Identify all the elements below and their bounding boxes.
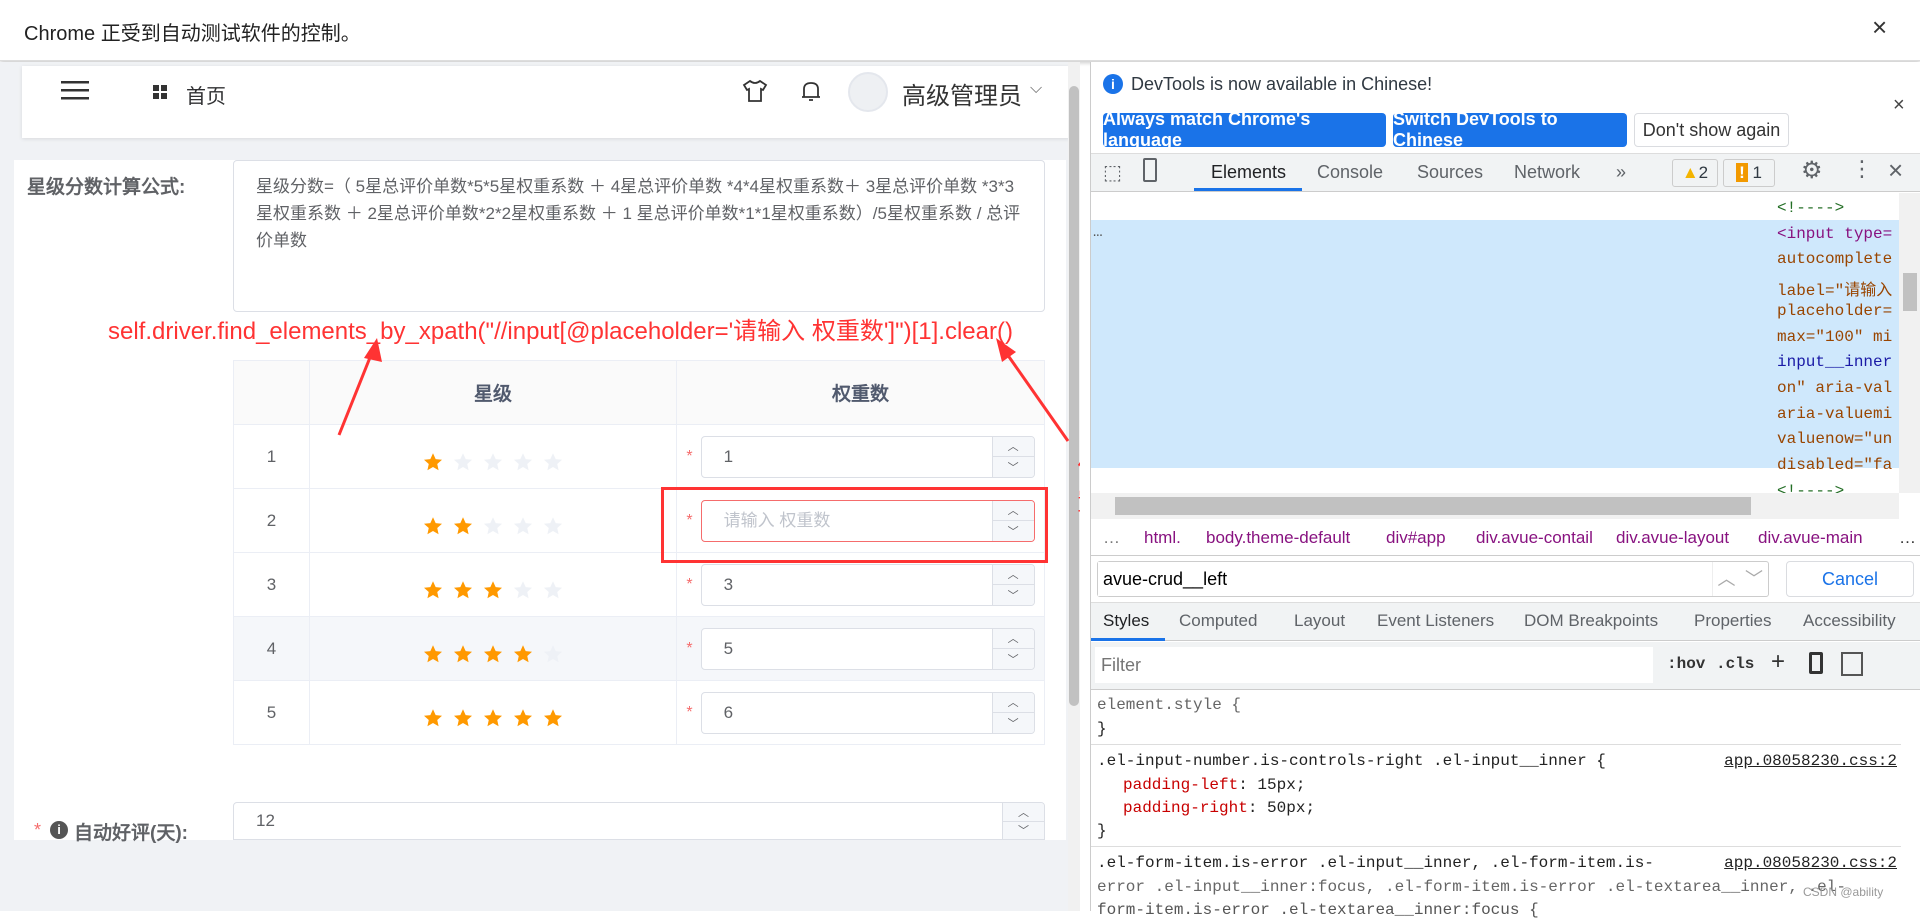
rule-selector[interactable]: form-item.is-error .el-textarea__inner:f… xyxy=(1097,901,1539,919)
elements-horizontal-scrollbar[interactable] xyxy=(1091,493,1899,519)
rule-close: } xyxy=(1097,720,1107,738)
code-line[interactable]: input__inner xyxy=(1777,353,1899,371)
issue-icon: ! xyxy=(1736,163,1748,182)
element-style-rule[interactable]: element.style { xyxy=(1097,696,1241,714)
switch-to-chinese-button[interactable]: Switch DevTools to Chinese xyxy=(1393,109,1627,150)
elements-vertical-scrollbar[interactable] xyxy=(1899,193,1920,493)
issues-badge[interactable]: ! 1 xyxy=(1723,159,1775,187)
web-page: 首页 高级管理员 ⌵ 星级分数计算公式: 星级分数=（ 5星总评价单数*5*5星… xyxy=(0,62,1080,911)
more-tabs-button[interactable]: » xyxy=(1616,162,1626,183)
tab-computed[interactable]: Computed xyxy=(1179,611,1257,631)
code-line[interactable]: label="请输入 xyxy=(1777,276,1899,300)
rule-selector[interactable]: error .el-input__inner:focus, .el-form-i… xyxy=(1097,878,1846,896)
cancel-search-button[interactable]: Cancel xyxy=(1786,561,1914,597)
dont-show-again-button[interactable]: Don't show again xyxy=(1634,113,1789,147)
warning-icon: ▲ xyxy=(1681,163,1699,182)
breadcrumb-item[interactable]: div.avue-layout xyxy=(1616,528,1729,548)
info-icon: i xyxy=(1103,74,1123,94)
breadcrumb: … html. body.theme-default div#app div.a… xyxy=(1091,520,1920,556)
tab-elements[interactable]: Elements xyxy=(1211,162,1286,183)
elements-tree: … <!----> <input type= autocomplete label="… xyxy=(1091,193,1920,519)
tab-dom-breakpoints[interactable]: DOM Breakpoints xyxy=(1524,611,1658,631)
tab-accessibility[interactable]: Accessibility xyxy=(1803,611,1896,631)
match-language-button[interactable]: Always match Chrome's language xyxy=(1103,109,1386,150)
code-line[interactable]: valuenow="un xyxy=(1777,430,1899,448)
close-devtools-icon[interactable]: × xyxy=(1888,155,1903,186)
breadcrumb-more[interactable]: … xyxy=(1899,528,1916,548)
breadcrumb-more[interactable]: … xyxy=(1103,528,1120,548)
property-value[interactable]: : 15px; xyxy=(1238,776,1305,794)
rule-source-link[interactable]: app.08058230.css:2 xyxy=(1724,854,1897,872)
code-line[interactable]: max="100" mi xyxy=(1777,328,1899,346)
active-tab-indicator xyxy=(1194,188,1302,191)
device-toolbar-icon[interactable] xyxy=(1143,158,1157,182)
cls-button[interactable]: .cls xyxy=(1716,655,1754,673)
breadcrumb-item[interactable]: html. xyxy=(1144,528,1181,548)
paint-brush-icon[interactable] xyxy=(1809,652,1823,674)
automation-message: Chrome 正受到自动测试软件的控制。 xyxy=(24,23,361,45)
property-name[interactable]: padding-right xyxy=(1123,799,1248,817)
rule-close: } xyxy=(1097,822,1107,840)
watermark: CSDN @ability xyxy=(1803,885,1884,899)
code-line[interactable]: disabled="fa xyxy=(1777,456,1899,474)
code-line[interactable]: placeholder= xyxy=(1777,302,1899,320)
rule-selector[interactable]: .el-input-number.is-controls-right .el-i… xyxy=(1097,752,1606,770)
inspect-element-icon[interactable]: ⬚ xyxy=(1103,160,1122,185)
warnings-badge[interactable]: ▲2 xyxy=(1672,159,1718,187)
close-infobar-button[interactable]: × xyxy=(1872,12,1887,43)
close-notice-icon[interactable]: × xyxy=(1893,94,1905,117)
new-rule-icon[interactable]: + xyxy=(1771,648,1785,676)
hov-button[interactable]: :hov xyxy=(1667,655,1705,673)
tab-network[interactable]: Network xyxy=(1514,162,1580,183)
more-options-icon[interactable]: ⋮ xyxy=(1851,156,1873,182)
node-ellipsis[interactable]: … xyxy=(1093,223,1103,241)
tab-styles[interactable]: Styles xyxy=(1103,611,1149,631)
styles-filter-bar: :hov .cls + xyxy=(1091,642,1920,690)
code-line[interactable]: <!----> xyxy=(1777,199,1899,217)
rule-selector[interactable]: .el-form-item.is-error .el-input__inner,… xyxy=(1097,854,1654,872)
styles-rules: element.style { } .el-input-number.is-co… xyxy=(1091,690,1901,919)
styles-filter-input[interactable] xyxy=(1095,647,1653,683)
tab-console[interactable]: Console xyxy=(1317,162,1383,183)
breadcrumb-item[interactable]: div#app xyxy=(1386,528,1446,548)
rule-source-link[interactable]: app.08058230.css:2 xyxy=(1724,752,1897,770)
previous-match-button[interactable]: ︿ xyxy=(1712,562,1740,596)
search-input[interactable] xyxy=(1098,562,1712,596)
language-notice: DevTools is now available in Chinese! xyxy=(1131,74,1433,94)
code-line[interactable]: aria-valuemi xyxy=(1777,405,1899,423)
toggle-sidebar-icon[interactable] xyxy=(1841,652,1863,676)
devtools-panel: i DevTools is now available in Chinese! … xyxy=(1090,62,1920,919)
active-tab-indicator xyxy=(1091,638,1165,641)
tab-layout[interactable]: Layout xyxy=(1294,611,1345,631)
styles-tabbar: Styles Computed Layout Event Listeners D… xyxy=(1091,602,1920,641)
code-line[interactable]: autocomplete xyxy=(1777,250,1899,268)
breadcrumb-item[interactable]: div.avue-main xyxy=(1758,528,1863,548)
code-line[interactable]: on" aria-val xyxy=(1777,379,1899,397)
gear-icon[interactable]: ⚙ xyxy=(1801,156,1823,185)
property-name[interactable]: padding-left xyxy=(1123,776,1238,794)
next-match-button[interactable]: ﹀ xyxy=(1740,562,1768,596)
search-box: ︿ ﹀ xyxy=(1097,561,1769,597)
annotation-arrows xyxy=(337,338,1070,442)
tab-properties[interactable]: Properties xyxy=(1694,611,1771,631)
code-line[interactable]: <input type= xyxy=(1777,225,1899,243)
tab-event-listeners[interactable]: Event Listeners xyxy=(1377,611,1494,631)
breadcrumb-item[interactable]: body.theme-default xyxy=(1206,528,1350,548)
automation-infobar: Chrome 正受到自动测试软件的控制。 × xyxy=(0,0,1920,61)
breadcrumb-item[interactable]: div.avue-contail xyxy=(1476,528,1593,548)
tab-sources[interactable]: Sources xyxy=(1417,162,1483,183)
devtools-toolbar: ⬚ Elements Console Sources Network » ▲2 … xyxy=(1091,153,1920,192)
property-value[interactable]: : 50px; xyxy=(1248,799,1315,817)
